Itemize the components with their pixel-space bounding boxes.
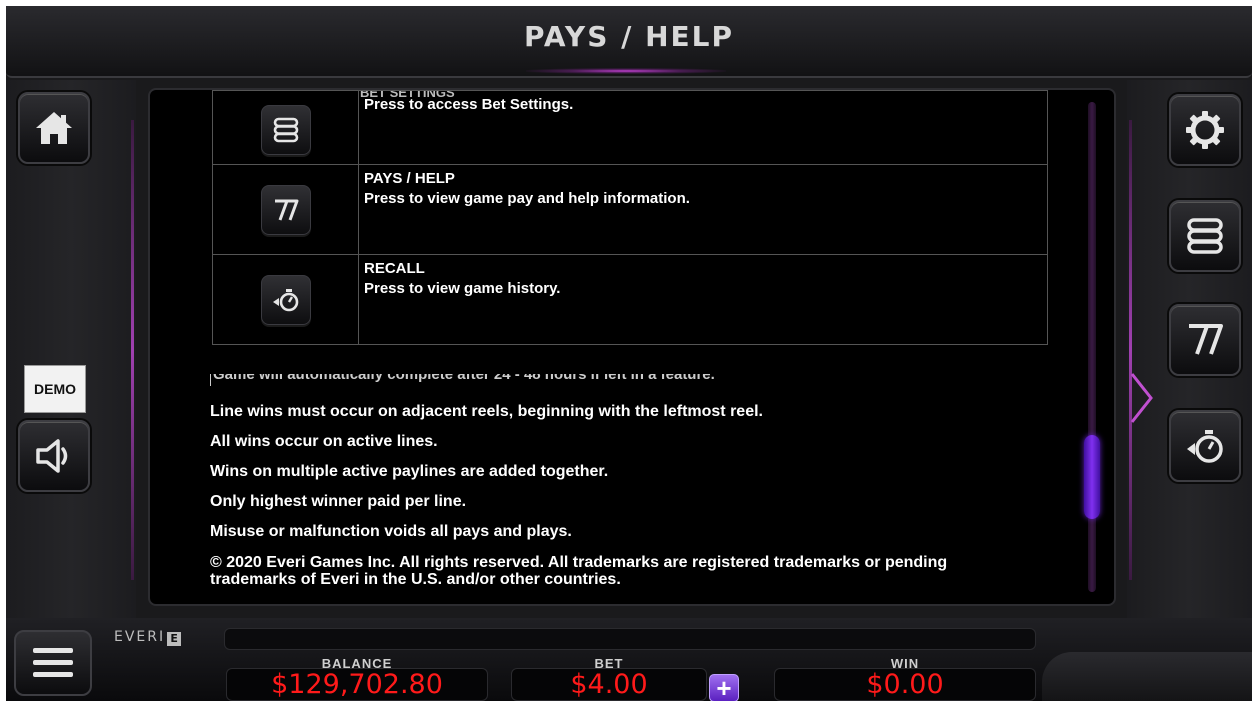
- bet-meter: BET $4.00: [511, 656, 707, 701]
- rule-line: Line wins must occur on adjacent reels, …: [210, 403, 763, 420]
- bottom-right-trim: [1042, 652, 1252, 701]
- pays-help-button[interactable]: [1169, 304, 1241, 376]
- row-heading: PAYS / HELP: [364, 170, 455, 187]
- coin-stack-icon: [260, 104, 311, 155]
- home-button[interactable]: [18, 92, 90, 164]
- row-description: Press to view game history.: [364, 280, 561, 297]
- rule-line: Wins on multiple active paylines are add…: [210, 463, 609, 480]
- button-help-table: Press to access Bet Settings. PAYS / HEL…: [212, 90, 1048, 345]
- right-accent-line: [1129, 120, 1132, 580]
- brand-mark: E: [167, 632, 182, 646]
- rule-line: Misuse or malfunction voids all pays and…: [210, 523, 572, 540]
- home-icon: [36, 112, 72, 144]
- left-accent-line: [131, 120, 134, 580]
- demo-badge: DEMO: [24, 365, 86, 413]
- increase-bet-button[interactable]: +: [709, 674, 739, 701]
- table-row: Press to access Bet Settings.: [212, 90, 1048, 165]
- table-row: PAYS / HELP Press to view game pay and h…: [212, 164, 1048, 255]
- copyright-notice: © 2020 Everi Games Inc. All rights reser…: [210, 554, 1070, 588]
- recall-button[interactable]: [1169, 410, 1241, 482]
- row-icon-cell: [212, 254, 359, 345]
- row-description: Press to view game pay and help informat…: [364, 190, 690, 207]
- everi-logo: EVERI E: [114, 629, 182, 646]
- right-sidebar: [1127, 80, 1252, 620]
- title-glow: [526, 68, 726, 74]
- hamburger-menu-icon: [33, 648, 73, 677]
- row-text-cell: Press to access Bet Settings.: [358, 90, 1048, 165]
- stopwatch-icon: [1187, 430, 1223, 463]
- balance-meter: BALANCE $129,702.80: [226, 656, 488, 701]
- settings-button[interactable]: [1169, 94, 1241, 166]
- seven-icon: [260, 184, 311, 235]
- clipped-rule: Game will automatically complete after 2…: [210, 374, 715, 386]
- rule-line: All wins occur on active lines.: [210, 433, 438, 450]
- page-title: PAYS / HELP: [523, 20, 735, 53]
- row-heading: RECALL: [364, 260, 425, 277]
- row-description: Press to access Bet Settings.: [364, 96, 574, 113]
- left-sidebar: DEMO: [6, 80, 136, 620]
- row-text-cell: RECALL Press to view game history.: [358, 254, 1048, 345]
- rule-line: Only highest winner paid per line.: [210, 493, 467, 510]
- row-text-cell: PAYS / HELP Press to view game pay and h…: [358, 164, 1048, 255]
- sound-button[interactable]: [18, 420, 90, 492]
- help-content-panel: BET SETTINGS Press to access Bet Setting…: [148, 88, 1116, 606]
- win-value: $0.00: [866, 669, 944, 700]
- seven-icon: [1189, 324, 1223, 355]
- win-meter: WIN $0.00: [774, 656, 1036, 701]
- speaker-icon: [36, 439, 68, 473]
- table-row: RECALL Press to view game history.: [212, 254, 1048, 345]
- balance-value: $129,702.80: [271, 669, 443, 700]
- title-bar: PAYS / HELP: [6, 6, 1252, 78]
- copyright-line: trademarks of Everi in the U.S. and/or o…: [210, 571, 621, 588]
- game-frame: PAYS / HELP DEMO Press to access Bet Set…: [6, 6, 1252, 701]
- message-bar: [224, 628, 1036, 650]
- bottom-bar: EVERI E BALANCE $129,702.80 BET $4.00 + W…: [6, 618, 1252, 701]
- bet-settings-button[interactable]: [1169, 200, 1241, 272]
- copyright-line: © 2020 Everi Games Inc. All rights reser…: [210, 554, 948, 571]
- menu-button[interactable]: [14, 630, 92, 696]
- brand-text: EVERI: [114, 629, 166, 645]
- scrollbar-thumb[interactable]: [1084, 435, 1100, 519]
- active-chevron-icon: [1130, 373, 1153, 423]
- gear-icon: [1186, 111, 1224, 149]
- scrollbar-track[interactable]: [1084, 102, 1100, 592]
- row-icon-cell: [212, 90, 359, 165]
- row-icon-cell: [212, 164, 359, 255]
- stopwatch-icon: [260, 274, 311, 325]
- bet-value: $4.00: [570, 669, 648, 700]
- coin-stack-icon: [1187, 218, 1223, 254]
